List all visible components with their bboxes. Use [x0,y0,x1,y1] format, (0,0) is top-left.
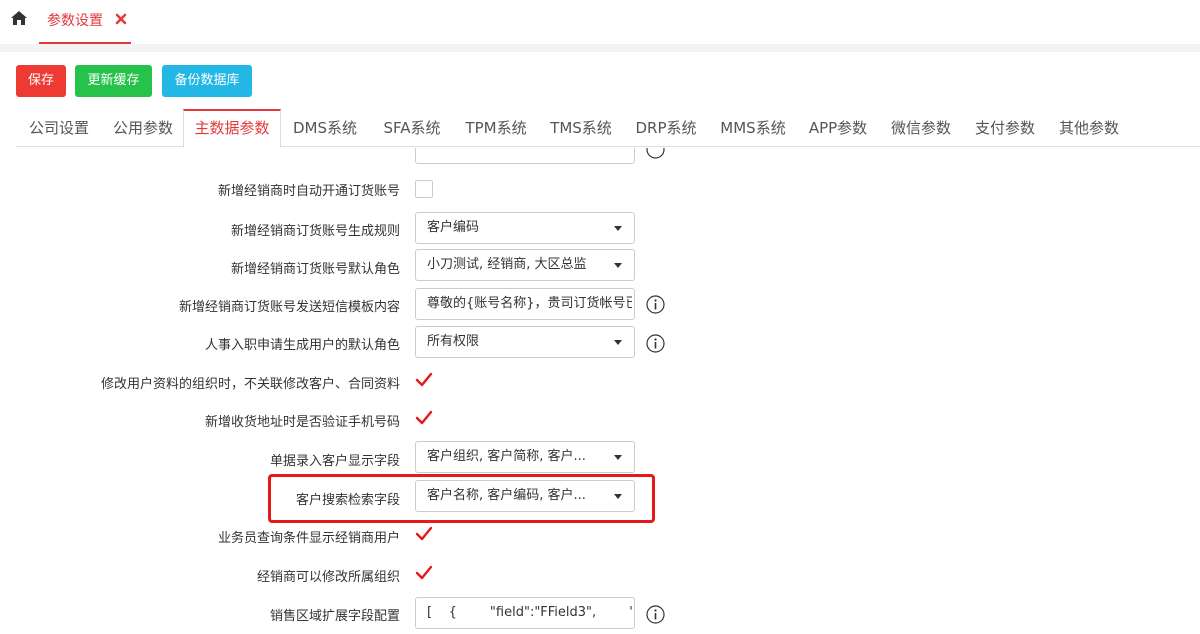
row-label-order-customer-fields: 单据录入客户显示字段 [269,454,400,469]
row-label-sales-region-ext: 销售区域扩展字段配置 [269,609,400,624]
caret-down-icon [614,340,622,345]
default-role-value: 小刀测试, 经销商, 大区总监 [427,257,587,272]
tab-tms[interactable]: TMS系统 [540,109,622,147]
sms-template-value: 尊敬的{账号名称}，贵司订货帐号已 [427,296,632,311]
tab-drp[interactable]: DRP系统 [624,109,708,147]
highlight-box [268,474,655,523]
home-icon[interactable] [10,10,28,26]
checkmark-icon[interactable] [415,371,433,389]
tab-parameter-settings-label: 参数设置 [47,13,103,29]
sms-template-input[interactable]: 尊敬的{账号名称}，贵司订货帐号已 [415,288,635,320]
tab-payment-params[interactable]: 支付参数 [966,109,1044,147]
row-label-org-change-no-link: 修改用户资料的组织时，不关联修改客户、合同资料 [100,377,400,392]
row-label-verify-phone: 新增收货地址时是否验证手机号码 [204,415,400,430]
row-label-default-role: 新增经销商订货账号默认角色 [230,262,400,277]
default-role-select[interactable]: 小刀测试, 经销商, 大区总监 [415,249,635,281]
row-label-auto-open-account: 新增经销商时自动开通订货账号 [217,184,400,199]
account-rule-select[interactable]: 客户编码 [415,212,635,244]
clipped-input[interactable] [415,148,635,164]
tab-mms[interactable]: MMS系统 [710,109,796,147]
close-icon[interactable] [115,13,127,25]
sales-region-ext-value: [ { "field":"FField3", "la [427,605,632,620]
row-label-account-rule: 新增经销商订货账号生成规则 [230,224,400,239]
row-label-sms-template: 新增经销商订货账号发送短信模板内容 [178,300,400,315]
tab-other-params[interactable]: 其他参数 [1050,109,1128,147]
checkmark-icon[interactable] [415,409,433,427]
info-icon[interactable] [646,334,665,353]
row-label-hr-default-role: 人事入职申请生成用户的默认角色 [204,338,400,353]
row-label-dealer-modify-org: 经销商可以修改所属组织 [256,570,400,585]
tab-company-settings[interactable]: 公司设置 [16,109,102,147]
update-cache-button[interactable]: 更新缓存 [75,65,152,97]
clipped-row [0,148,1200,165]
sales-region-ext-input[interactable]: [ { "field":"FField3", "la [415,597,635,629]
row-label-salesman-show-dealer: 业务员查询条件显示经销商用户 [217,531,400,546]
tab-master-data-params[interactable]: 主数据参数 [183,109,281,148]
top-tab-bar: 参数设置 [0,0,1200,44]
caret-down-icon [614,226,622,231]
module-tabs: 公司设置 公用参数 主数据参数 DMS系统 SFA系统 TPM系统 TMS系统 … [16,109,1200,148]
caret-down-icon [614,263,622,268]
save-button[interactable]: 保存 [16,65,66,97]
info-icon[interactable] [646,148,665,159]
info-icon[interactable] [646,605,665,624]
order-customer-fields-select[interactable]: 客户组织, 客户简称, 客户... [415,441,635,473]
hr-default-role-select[interactable]: 所有权限 [415,326,635,358]
checkmark-icon[interactable] [415,564,433,582]
tab-sfa[interactable]: SFA系统 [372,109,452,147]
tab-parameter-settings[interactable]: 参数设置 [39,0,131,44]
caret-down-icon [614,455,622,460]
tab-tpm[interactable]: TPM系统 [454,109,538,147]
info-icon[interactable] [646,295,665,314]
auto-open-account-checkbox[interactable] [415,180,433,198]
account-rule-value: 客户编码 [427,220,480,235]
checkmark-icon[interactable] [415,525,433,543]
tab-common-params[interactable]: 公用参数 [102,109,184,147]
hr-default-role-value: 所有权限 [427,334,480,349]
backup-database-button[interactable]: 备份数据库 [162,65,252,97]
tab-app-params[interactable]: APP参数 [800,109,876,147]
header-divider [0,44,1200,52]
tab-dms[interactable]: DMS系统 [283,109,367,147]
order-customer-fields-value: 客户组织, 客户简称, 客户... [427,449,586,464]
tab-wechat-params[interactable]: 微信参数 [882,109,960,147]
